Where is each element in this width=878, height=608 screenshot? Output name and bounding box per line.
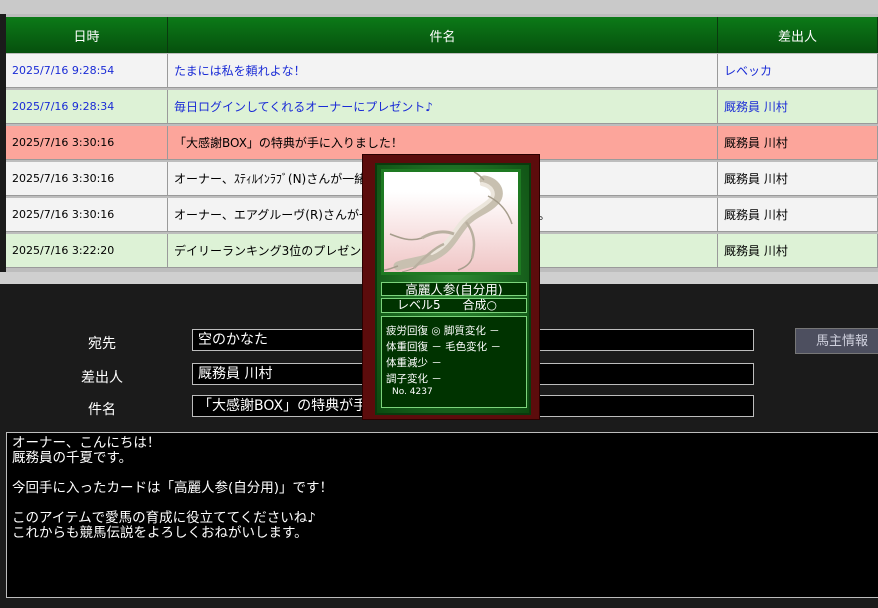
mail-date: 2025/7/16 3:30:16 [6,126,168,160]
message-line [12,496,878,511]
mail-date: 2025/7/16 9:28:34 [6,90,168,124]
card-level-value: レベル5 [397,298,441,312]
message-line: このアイテムで愛馬の育成に役立ててくださいね♪ [12,510,316,526]
card-stat: 体重減少 － [386,357,442,369]
card-name: 高麗人参(自分用) [381,282,527,297]
top-band [0,0,878,14]
mail-sender: 厩務員 川村 [718,90,878,124]
message-body[interactable]: オーナー、こんにちは！ 厩務員の千夏です。 今回手に入ったカードは「高麗人参(自… [6,432,878,598]
mail-sender: 厩務員 川村 [718,234,878,268]
mail-date: 2025/7/16 3:30:16 [6,198,168,232]
card-stat: 体重回復 － 毛色変化 － [386,341,502,353]
header-subject: 件名 [168,17,718,53]
item-card-popup: 高麗人参(自分用) レベル5 合成○ 疲労回復 ◎ 脚質変化 － 体重回復 － … [362,154,540,420]
card-level: レベル5 合成○ [381,298,527,313]
card-stats: 疲労回復 ◎ 脚質変化 － 体重回復 － 毛色変化 － 体重減少 － 調子変化 … [381,316,527,408]
mail-sender: 厩務員 川村 [718,198,878,232]
mail-sender: 厩務員 川村 [718,126,878,160]
header-sender: 差出人 [718,17,878,53]
mail-row[interactable]: 2025/7/16 9:28:34 毎日ログインしてくれるオーナーにプレゼント♪ 厩… [6,90,878,124]
message-line: 今回手に入ったカードは「高麗人参(自分用)」です！ [12,480,334,496]
mail-date: 2025/7/16 9:28:54 [6,54,168,88]
card-stat: 調子変化 － [386,373,442,385]
ginseng-image [381,169,521,275]
mail-subject[interactable]: 毎日ログインしてくれるオーナーにプレゼント♪ [168,90,718,124]
ginseng-root-icon [383,171,513,273]
mail-sender: 厩務員 川村 [718,162,878,196]
message-line: 厩務員の千夏です。 [12,450,133,466]
card-face: 高麗人参(自分用) レベル5 合成○ 疲労回復 ◎ 脚質変化 － 体重回復 － … [375,163,531,415]
card-number: No. 4237 [392,387,433,397]
to-label: 宛先 [88,336,116,352]
from-label: 差出人 [81,370,123,386]
owner-info-button[interactable]: 馬主情報 [795,328,878,354]
header-date: 日時 [6,17,168,53]
mail-date: 2025/7/16 3:30:16 [6,162,168,196]
mail-date: 2025/7/16 3:22:20 [6,234,168,268]
mail-subject[interactable]: たまには私を頼れよな！ [168,54,718,88]
message-line: これからも競馬伝説をよろしくおねがいします。 [12,525,308,541]
card-synth: 合成○ [462,298,497,312]
mail-sender: レベッカ [718,54,878,88]
subject-label: 件名 [88,402,116,418]
message-line: オーナー、こんにちは！ [12,435,161,451]
message-line [12,466,878,481]
mail-row[interactable]: 2025/7/16 9:28:54 たまには私を頼れよな！ レベッカ [6,54,878,88]
card-stat: 疲労回復 ◎ 脚質変化 － [386,325,500,337]
